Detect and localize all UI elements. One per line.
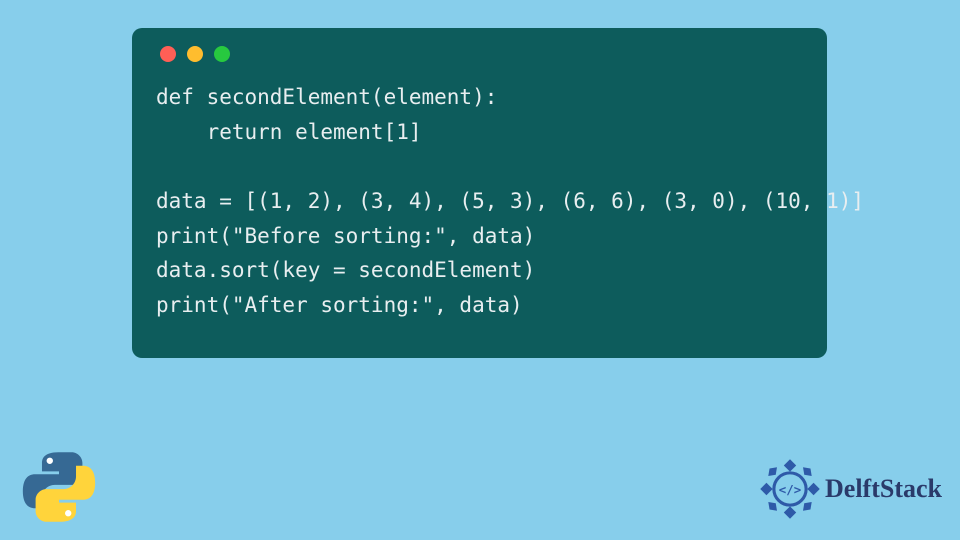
svg-text:</>: </> (779, 482, 801, 497)
window-minimize-dot (187, 46, 203, 62)
code-block: def secondElement(element): return eleme… (156, 80, 803, 322)
code-line-5: print("Before sorting:", data) (156, 224, 535, 248)
window-traffic-lights (160, 46, 803, 62)
code-line-1: def secondElement(element): (156, 85, 497, 109)
python-logo-icon (20, 448, 98, 526)
code-line-4: data = [(1, 2), (3, 4), (5, 3), (6, 6), … (156, 189, 864, 213)
delftstack-badge-icon: </> (759, 458, 821, 520)
code-line-6: data.sort(key = secondElement) (156, 258, 535, 282)
window-zoom-dot (214, 46, 230, 62)
code-line-7: print("After sorting:", data) (156, 293, 523, 317)
code-window: def secondElement(element): return eleme… (132, 28, 827, 358)
window-close-dot (160, 46, 176, 62)
delftstack-branding: </> DelftStack (759, 458, 942, 520)
delftstack-label: DelftStack (825, 474, 942, 504)
code-line-2: return element[1] (156, 120, 422, 144)
